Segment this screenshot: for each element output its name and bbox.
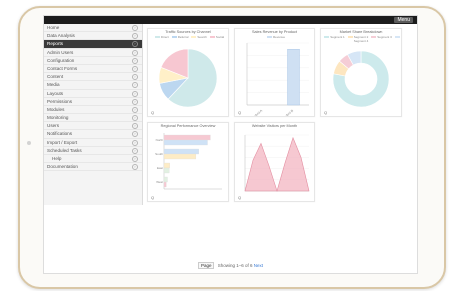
bar [163, 176, 168, 183]
donut-chart [332, 50, 390, 108]
sidebar-item-label: Media [47, 82, 60, 88]
sidebar-item[interactable]: Media › [44, 81, 142, 90]
sidebar-item-label: Monitoring [47, 115, 69, 121]
pagination-text: Showing 1–6 of 6 [217, 263, 253, 268]
chevron-right-icon: › [132, 90, 138, 97]
sidebar-item-label: Import / Export [47, 139, 78, 145]
sidebar-item-label: Reports [47, 41, 64, 47]
sidebar-item[interactable]: Users › [44, 122, 142, 131]
sidebar-item[interactable]: Content › [44, 73, 142, 82]
chevron-right-icon: › [132, 49, 138, 56]
tick-label: North [156, 138, 164, 142]
sidebar-item-label: Admin Users [47, 49, 74, 55]
sidebar-item-label: Notifications [47, 131, 73, 137]
sidebar-item[interactable]: Reports › [44, 40, 142, 49]
chart-card-traffic: Traffic Sources by Channel Direct Referra… [147, 28, 229, 117]
chevron-right-icon: › [132, 115, 138, 122]
bar [163, 181, 167, 188]
pagination: Page Showing 1–6 of 6 Next [44, 262, 417, 269]
sidebar-item[interactable]: Documentation › [44, 163, 142, 172]
bar [163, 162, 170, 169]
chevron-right-icon: › [132, 156, 138, 162]
chevron-right-icon: › [132, 82, 138, 89]
card-footer-icon[interactable]: Q [238, 195, 241, 200]
chevron-right-icon: › [132, 139, 138, 146]
screen: Menu Home › Data Analysis › Reports › Admin Us… [43, 15, 418, 274]
sidebar-item-label: Home [47, 25, 60, 30]
chart-card-visitors: Website Visitors per Month Q [234, 122, 315, 202]
tick-label: South [155, 152, 163, 156]
chevron-right-icon: › [132, 41, 138, 48]
bar [163, 153, 197, 160]
bar [287, 49, 300, 106]
sidebar-item[interactable]: Help › [44, 155, 142, 164]
sidebar-item-label: Scheduled Tasks [47, 147, 82, 153]
bar [163, 139, 208, 146]
top-bar: Menu [44, 16, 417, 24]
tick-label: East [157, 166, 163, 170]
sidebar-item[interactable]: Scheduled Tasks › [44, 147, 142, 155]
sidebar-item-label: Help [52, 156, 62, 161]
menu-button[interactable]: Menu [394, 17, 413, 23]
camera-dot [27, 141, 31, 145]
chevron-right-icon: › [132, 65, 138, 72]
area-chart [244, 134, 310, 193]
card-footer-icon[interactable]: Q [151, 110, 154, 115]
sidebar-item[interactable]: Monitoring › [44, 114, 142, 123]
bar [163, 134, 211, 141]
sidebar-item-label: Documentation [47, 164, 78, 170]
sidebar-item[interactable]: Import / Export › [44, 139, 142, 147]
sidebar-item[interactable]: Configuration › [44, 57, 142, 65]
sidebar-item[interactable]: Notifications › [44, 130, 142, 139]
sidebar-item-label: Configuration [47, 57, 75, 63]
page-button[interactable]: Page [197, 262, 215, 269]
bar [163, 148, 199, 155]
chevron-right-icon: › [132, 57, 138, 64]
chevron-right-icon: › [132, 98, 138, 105]
sidebar-item[interactable]: Permissions › [44, 98, 142, 106]
chevron-right-icon: › [132, 106, 138, 113]
sidebar-item[interactable]: Admin Users › [44, 49, 142, 57]
tick-label: West [156, 180, 163, 184]
sidebar-item[interactable]: Modules › [44, 106, 142, 115]
area-series [244, 136, 310, 193]
chart-card-market: Market Share Breakdown Segment 1 Segment … [320, 28, 402, 117]
bar-chart: Product A Product B [246, 42, 309, 116]
sidebar-item-label: Modules [47, 106, 65, 112]
sidebar-item-label: Users [47, 123, 59, 129]
sidebar-item-label: Contact Forms [47, 65, 78, 71]
card-footer-icon[interactable]: Q [151, 195, 154, 200]
chevron-right-icon: › [132, 131, 138, 138]
sidebar-item[interactable]: Contact Forms › [44, 65, 142, 74]
chevron-right-icon: › [132, 74, 138, 81]
chevron-right-icon: › [132, 25, 138, 31]
horizontal-bar-chart: North South East West [155, 133, 222, 190]
tick-label: Product A [250, 108, 264, 116]
sidebar-item[interactable]: Home › [44, 24, 142, 33]
bar [163, 167, 170, 174]
sidebar-item-label: Content [47, 74, 64, 80]
sidebar-item-label: Layouts [47, 90, 64, 96]
chart-card-regional: Regional Performance Overview North South… [147, 122, 229, 202]
sidebar: Home › Data Analysis › Reports › Admin Users › C… [44, 24, 143, 205]
chevron-right-icon: › [132, 147, 138, 154]
chart-card-sales: Sales Revenue by Product Revenue Product… [234, 28, 315, 117]
chevron-right-icon: › [132, 33, 138, 40]
sidebar-item[interactable]: Layouts › [44, 90, 142, 98]
next-link[interactable]: Next [254, 263, 263, 268]
pie-chart [158, 48, 218, 108]
sidebar-item-label: Permissions [47, 98, 73, 104]
chevron-right-icon: › [132, 164, 138, 171]
card-footer-icon[interactable]: Q [324, 110, 327, 115]
tick-label: Product B [281, 109, 294, 116]
chevron-right-icon: › [132, 123, 138, 130]
card-footer-icon[interactable]: Q [238, 110, 241, 115]
sidebar-item-label: Data Analysis [47, 33, 75, 39]
sidebar-item[interactable]: Data Analysis › [44, 32, 142, 41]
